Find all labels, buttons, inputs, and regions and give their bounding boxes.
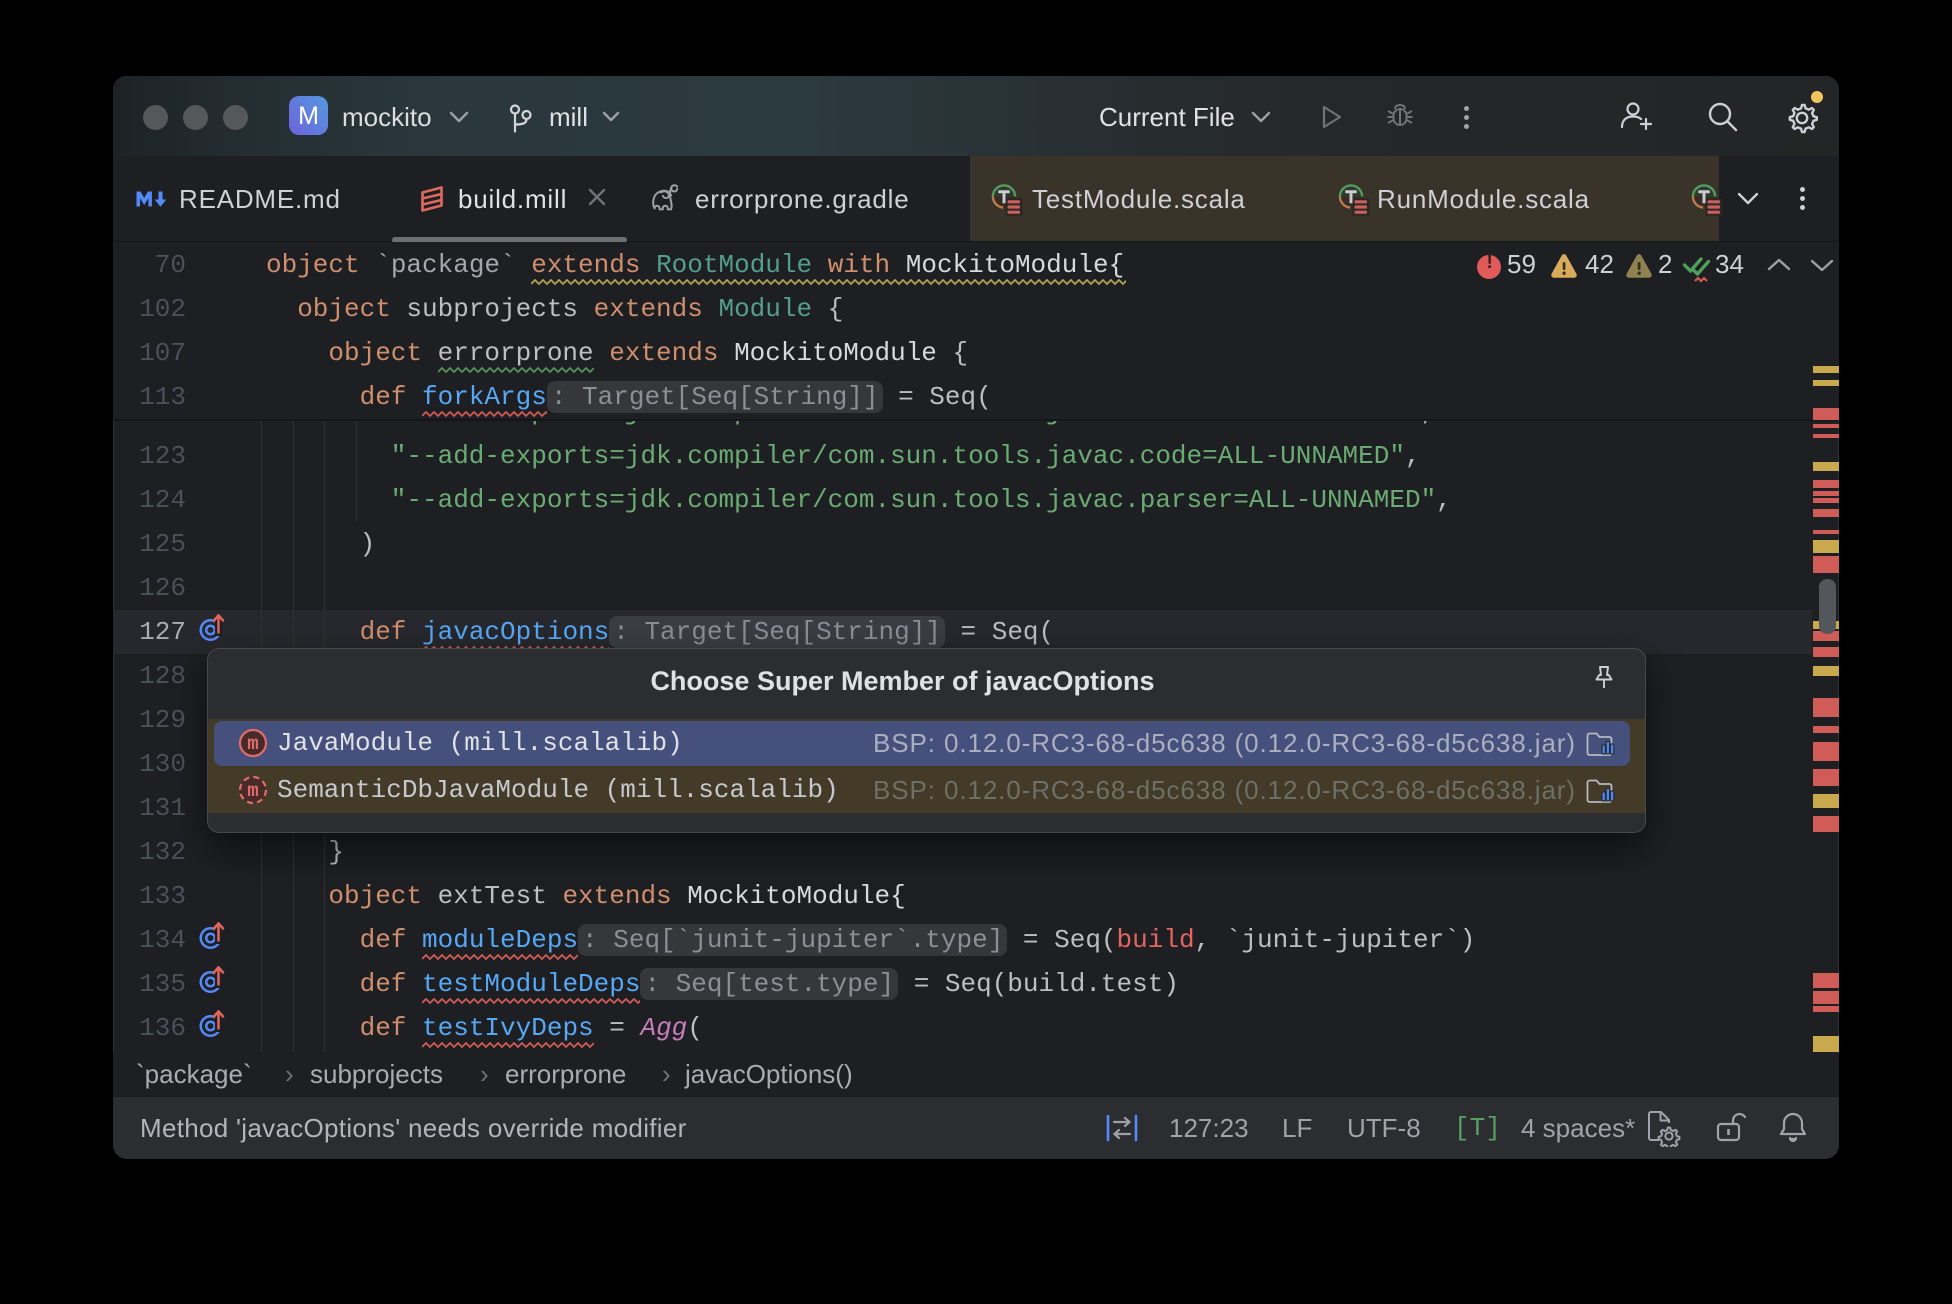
svg-text:m: m — [247, 733, 258, 755]
svg-text:m: m — [247, 780, 258, 802]
